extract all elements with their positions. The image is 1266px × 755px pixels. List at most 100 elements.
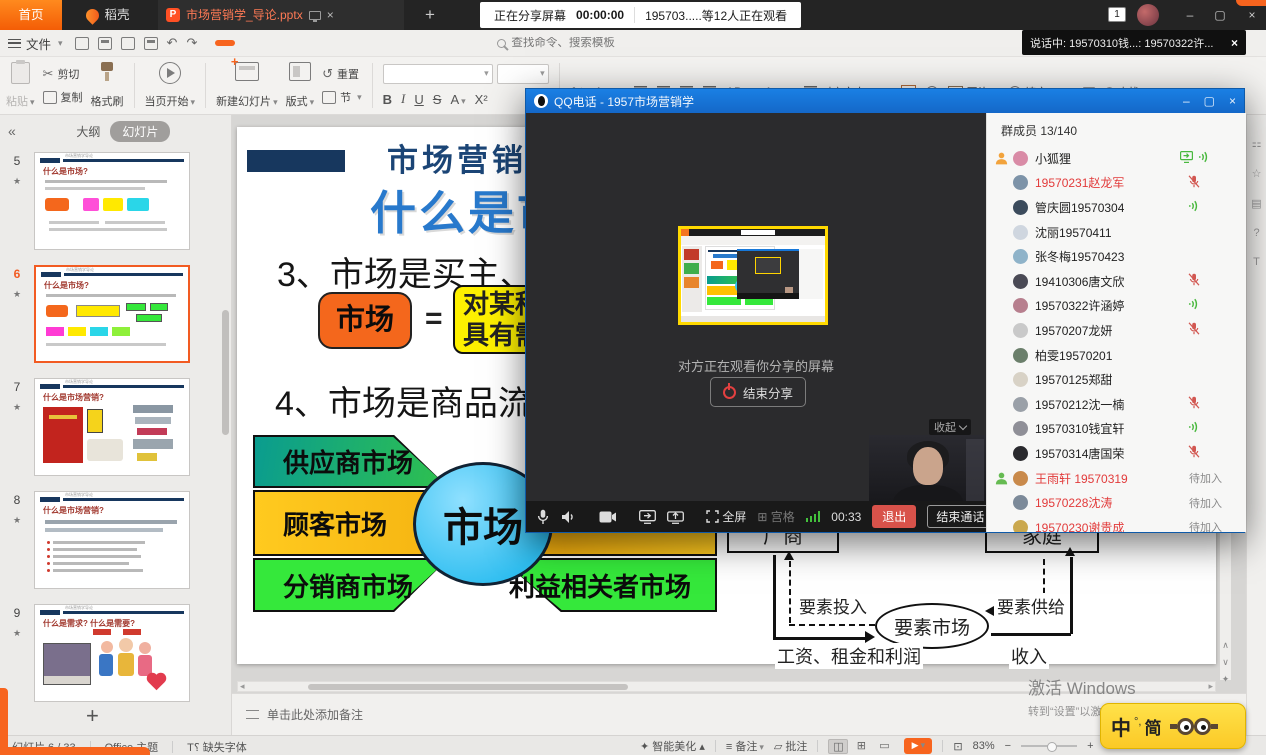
menu-tab[interactable] [287, 40, 307, 46]
camera-icon[interactable] [599, 511, 617, 523]
section-button[interactable]: 节 [322, 89, 362, 105]
tab-slides[interactable]: 幻灯片 [110, 121, 170, 142]
copy-button[interactable]: 复制 [43, 89, 83, 105]
beautify-button[interactable]: ✦ 智能美化 ▴ [640, 738, 705, 754]
member-row[interactable]: 张冬梅19570423 [987, 244, 1246, 269]
message-count-badge[interactable]: 1 [1108, 7, 1126, 22]
grid-view-button[interactable]: ⊞ 宫格 [757, 508, 794, 525]
normal-view-button[interactable]: ◫ [828, 739, 848, 754]
notes-toggle-button[interactable]: ≡ 备注 [726, 738, 764, 754]
member-row[interactable]: 19570230谢贵成 待加入 [987, 515, 1246, 532]
output-icon[interactable] [98, 37, 112, 50]
member-row[interactable]: 19570207龙妍 [987, 318, 1246, 343]
close-tab-icon[interactable]: × [327, 0, 334, 30]
cast-monitor-icon[interactable] [309, 11, 321, 20]
undo-icon[interactable]: ↶ [167, 35, 178, 51]
member-row[interactable]: 沈丽19570411 [987, 220, 1246, 245]
exit-button[interactable]: 退出 [872, 505, 916, 528]
bold-button[interactable]: B [383, 92, 392, 107]
tab-document[interactable]: P 市场营销学_导论.pptx × [158, 0, 404, 30]
properties-icon[interactable]: ⚏ [1252, 137, 1262, 150]
member-row[interactable]: 19570125郑甜 [987, 367, 1246, 392]
text-tool-icon[interactable]: T [1253, 256, 1260, 268]
collapse-panel-button[interactable]: « [8, 123, 16, 139]
print-icon[interactable] [121, 37, 135, 50]
print-preview-icon[interactable] [144, 37, 158, 50]
zoom-in-button[interactable]: + [1087, 740, 1093, 752]
search-input[interactable] [511, 37, 641, 49]
member-row[interactable]: 王雨轩 19570319 待加入 [987, 466, 1246, 491]
demo-screen-icon[interactable] [667, 510, 684, 524]
member-row[interactable]: 管庆圆19570304 [987, 195, 1246, 220]
member-row[interactable]: 19570314唐国荣 [987, 441, 1246, 466]
member-row[interactable]: 19570228沈涛 待加入 [987, 490, 1246, 515]
fullscreen-button[interactable]: 全屏 [706, 508, 746, 525]
play-from-current-button[interactable]: 当页开始 [145, 60, 196, 111]
tab-home[interactable]: 首页 [0, 0, 62, 30]
collapse-video-button[interactable]: 收起 [929, 419, 971, 435]
layout-button[interactable]: 版式 [286, 60, 315, 111]
menu-tab[interactable] [335, 40, 355, 46]
italic-button[interactable]: I [401, 91, 405, 107]
member-row[interactable]: 19570231赵龙军 [987, 171, 1246, 196]
menu-tab[interactable] [455, 40, 475, 46]
end-call-button[interactable]: 结束通话 [927, 505, 993, 528]
prev-slide-button[interactable]: ∧ [1222, 640, 1229, 651]
menu-tab[interactable] [215, 40, 235, 46]
qq-close-button[interactable]: × [1229, 94, 1236, 108]
menu-tab[interactable] [383, 40, 403, 46]
slide-thumbnail[interactable]: 市场营销学导论 什么是市场? [34, 152, 190, 250]
superscript-button[interactable]: X² [475, 92, 488, 107]
toast-close-icon[interactable]: × [1231, 36, 1238, 50]
zoom-level[interactable]: 83% [973, 740, 995, 752]
user-avatar[interactable] [1137, 4, 1159, 26]
end-share-button[interactable]: 结束分享 [710, 377, 806, 407]
ime-indicator[interactable]: 中 °, 简 [1100, 703, 1246, 749]
nav-star-icon[interactable]: ✦ [1222, 674, 1230, 685]
cut-button[interactable]: ✂剪切 [43, 66, 83, 82]
scroll-right-icon[interactable]: ▸ [1208, 681, 1213, 692]
qq-restore-button[interactable]: ▢ [1204, 94, 1215, 108]
fit-slide-icon[interactable]: ⊡ [953, 740, 962, 753]
menu-tab[interactable] [263, 40, 283, 46]
qq-minimize-button[interactable]: – [1183, 94, 1190, 108]
format-painter-button[interactable]: 格式刷 [91, 60, 124, 111]
slide-thumbnail[interactable]: 市场营销学导论 什么是市场? [34, 265, 190, 363]
new-slide-button[interactable]: 新建幻灯片 [216, 60, 278, 111]
member-row[interactable]: 19570322许涵婷 [987, 294, 1246, 319]
scroll-left-icon[interactable]: ◂ [240, 681, 245, 692]
comments-button[interactable]: ▱ 批注 [774, 738, 808, 754]
zoom-slider[interactable] [1021, 745, 1077, 747]
star-resource-icon[interactable]: ☆ [1252, 167, 1262, 180]
menu-tab[interactable] [239, 40, 259, 46]
member-row[interactable]: 19410306唐文欣 [987, 269, 1246, 294]
restore-button[interactable]: ▢ [1206, 0, 1234, 30]
save-icon[interactable] [75, 37, 89, 50]
add-slide-button[interactable]: + [86, 703, 99, 729]
next-slide-button[interactable]: ∨ [1222, 657, 1229, 668]
paste-button[interactable]: 粘贴 [6, 60, 35, 111]
tab-outline[interactable]: 大纲 [76, 123, 100, 140]
menu-tab[interactable] [407, 40, 427, 46]
help-icon[interactable]: ? [1253, 227, 1259, 239]
strikethrough-button[interactable]: S [433, 92, 442, 107]
qq-title-bar[interactable]: QQ电话 - 1957市场营销学 – ▢ × [526, 89, 1244, 113]
share-screen-icon[interactable] [639, 510, 656, 524]
file-menu-button[interactable]: 文件 [8, 34, 63, 53]
slide-thumbnail[interactable]: 市场营销学导论 什么是市场营销? [34, 378, 190, 476]
slide-thumbnail[interactable]: 市场营销学导论 什么是市场营销? [34, 491, 190, 589]
missing-font-warning[interactable]: T⸮ 缺失字体 [187, 739, 247, 755]
minimize-button[interactable]: – [1176, 0, 1204, 30]
zoom-out-button[interactable]: − [1005, 740, 1011, 752]
member-row[interactable]: 小狐狸 [987, 146, 1246, 171]
slideshow-button[interactable]: ▶ [904, 738, 932, 754]
sorter-view-button[interactable]: ⊞ [851, 739, 871, 754]
mic-icon[interactable] [536, 509, 550, 525]
redo-icon[interactable]: ↷ [186, 35, 197, 51]
tab-docer[interactable]: 稻壳 [62, 0, 154, 30]
font-family-select[interactable] [383, 64, 493, 84]
member-row[interactable]: 柏雯19570201 [987, 343, 1246, 368]
menu-tab[interactable] [359, 40, 379, 46]
clipboard-pane-icon[interactable]: ▤ [1251, 197, 1261, 210]
font-size-select[interactable] [497, 64, 549, 84]
